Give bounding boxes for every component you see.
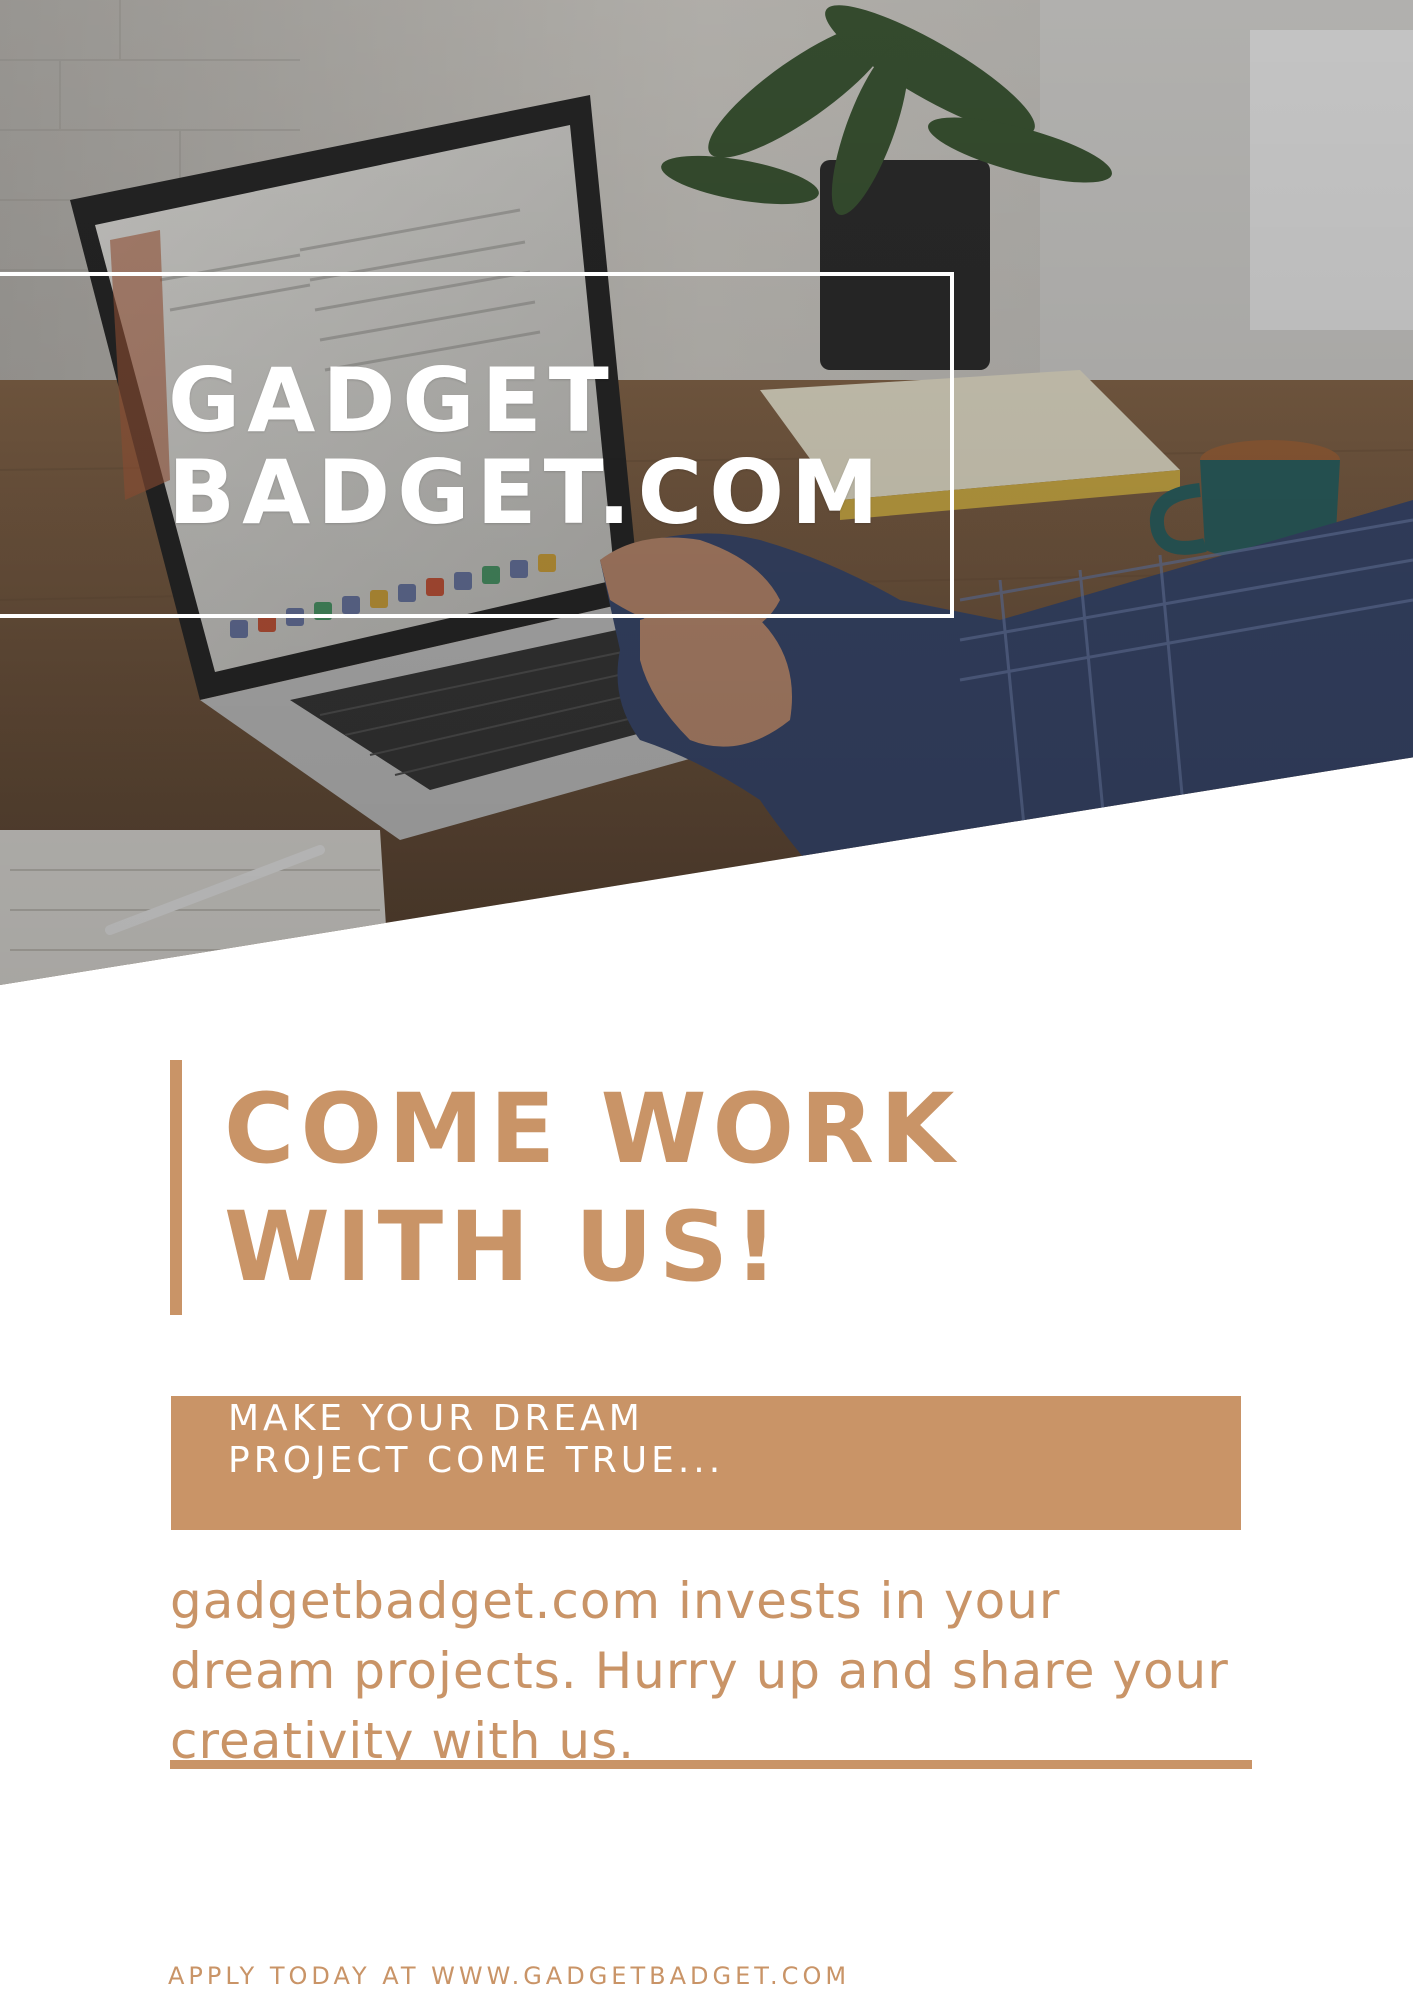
headline-accent-bar [170, 1060, 182, 1315]
tagline-line-1: MAKE YOUR DREAM [228, 1398, 644, 1439]
tagline-text: MAKE YOUR DREAM PROJECT COME TRUE... [228, 1398, 724, 1482]
logo-wordmark: GADGET BADGET.COM [168, 355, 886, 539]
page-title: COME WORK WITH US! [224, 1070, 960, 1306]
body-paragraph: gadgetbadget.com invests in your dream p… [170, 1566, 1360, 1776]
footer-apply-link[interactable]: APPLY TODAY AT WWW.GADGETBADGET.COM [168, 1962, 850, 1990]
headline-line-2: WITH US! [224, 1191, 784, 1303]
headline-line-1: COME WORK [224, 1073, 961, 1185]
tagline-banner: MAKE YOUR DREAM PROJECT COME TRUE... [171, 1396, 1241, 1530]
body-line-2: dream projects. Hurry up and share your [170, 1642, 1229, 1700]
tagline-line-2: PROJECT COME TRUE... [228, 1440, 725, 1481]
logo-line-1: GADGET [168, 349, 616, 452]
body-divider [170, 1760, 1252, 1769]
recruitment-flyer: GADGET BADGET.COM COME WORK WITH US! MAK… [0, 0, 1413, 2000]
body-line-1: gadgetbadget.com invests in your [170, 1572, 1061, 1630]
logo-line-2: BADGET.COM [168, 441, 886, 544]
